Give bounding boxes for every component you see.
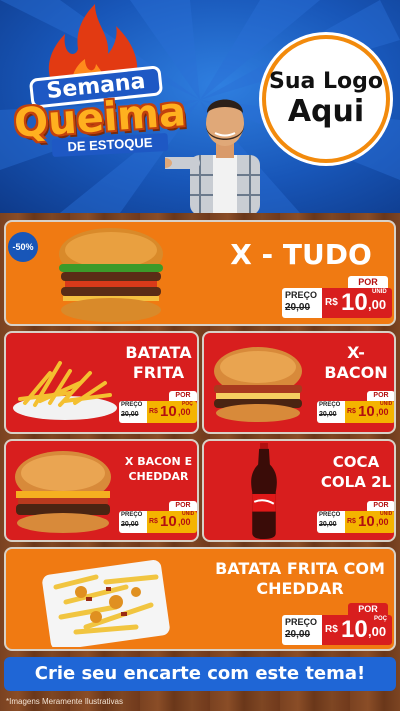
price-unit: POÇ (374, 616, 388, 622)
price-integer: 10 (160, 403, 177, 420)
product-card-coca-cola: COCA COLA 2L POR PREÇO 20,00 R$ 10 ,00 U… (202, 439, 396, 542)
price-tag-batata-cheddar: POR PREÇO 20,00 R$ 10 ,00 POÇ (282, 603, 394, 649)
price-unit: UNID (380, 401, 393, 407)
price-integer: 10 (341, 289, 368, 316)
product-name-batata-cheddar-line2: CHEDDAR (256, 579, 344, 598)
preco-label: PREÇO (319, 512, 341, 518)
soda-bottle-image (251, 443, 277, 540)
price-cents: ,00 (368, 624, 387, 639)
price-integer: 10 (358, 513, 375, 530)
old-price: 20,00 (121, 521, 139, 528)
currency-symbol: R$ (325, 297, 338, 308)
product-card-batata-cheddar: BATATA FRITA COM CHEDDAR POR PREÇO 20,00… (4, 547, 396, 651)
price-unit: UNID (372, 289, 387, 295)
product-name-coca-cola-line1: COCA (332, 453, 380, 471)
currency-symbol: R$ (149, 518, 158, 525)
price-tag-x-tudo: POR PREÇO 20,00 R$ 10 ,00 UNID (282, 276, 394, 322)
price-integer: 10 (358, 403, 375, 420)
preco-label: PREÇO (319, 402, 341, 408)
product-name-x-bacon-cheddar-line2: CHEDDAR (128, 470, 189, 483)
currency-symbol: R$ (347, 518, 356, 525)
preco-label: PREÇO (121, 512, 143, 518)
preco-label: PREÇO (285, 617, 318, 627)
price-cents: ,00 (368, 297, 387, 312)
price-por-label: POR (348, 603, 388, 615)
price-unit: UNID (182, 511, 195, 517)
old-price: 20,00 (319, 411, 337, 418)
price-old-box: PREÇO 20,00 (317, 401, 345, 423)
price-cents: ,00 (178, 407, 191, 417)
product-card-x-bacon-cheddar: X BACON E CHEDDAR POR PREÇO 20,00 R$ 10 … (4, 439, 199, 542)
disclaimer-text: *Imagens Meramente Ilustrativas (6, 697, 123, 706)
price-por-label: POR (367, 391, 394, 401)
price-old-box: PREÇO 20,00 (119, 511, 147, 533)
price-unit: UNID (380, 511, 393, 517)
discount-badge: -50% (8, 232, 38, 262)
old-price: 20,00 (319, 521, 337, 528)
man-pointing-image (165, 99, 260, 213)
price-cents: ,00 (376, 407, 389, 417)
price-integer: 10 (341, 616, 368, 643)
price-current-box: R$ 10 ,00 UNID (147, 511, 197, 533)
logo-text-line2: Aqui (287, 94, 365, 129)
price-por-label: POR (367, 501, 394, 511)
product-name-x-bacon-line1: X- (347, 343, 365, 362)
product-name-batata-cheddar-line1: BATATA FRITA COM (215, 559, 385, 578)
preco-label: PREÇO (285, 290, 318, 300)
price-por-label: POR (348, 276, 388, 288)
price-current-box: R$ 10 ,00 UNID (322, 288, 392, 318)
price-cents: ,00 (178, 517, 191, 527)
price-old-box: PREÇO 20,00 (282, 288, 322, 318)
cheddar-burger-image (15, 451, 111, 533)
fries-image (13, 361, 117, 420)
price-unit: POÇ (182, 401, 193, 407)
product-card-batata-frita: BATATA FRITA POR PREÇO 20,00 R$ 10 ,00 P… (4, 331, 199, 434)
product-name-batata-frita-line2: FRITA (132, 363, 185, 382)
product-name-x-bacon-cheddar-line1: X BACON E (124, 455, 193, 468)
logo-text-line1: Sua Logo (268, 69, 383, 94)
burger-image (59, 228, 163, 322)
price-cents: ,00 (376, 517, 389, 527)
logo-placeholder: Sua Logo Aqui (262, 35, 390, 163)
price-current-box: R$ 10 ,00 UNID (345, 511, 394, 533)
price-por-label: POR (169, 391, 197, 401)
cta-banner[interactable]: Crie seu encarte com este tema! (4, 657, 396, 691)
price-tag-x-bacon: POR PREÇO 20,00 R$ 10 ,00 UNID (317, 391, 394, 425)
price-current-box: R$ 10 ,00 UNID (345, 401, 394, 423)
preco-label: PREÇO (121, 402, 143, 408)
price-old-box: PREÇO 20,00 (119, 401, 147, 423)
header-banner: Semana Queima DE ESTOQUE Sua Logo Aqui (0, 0, 400, 213)
product-name-coca-cola-line2: COLA 2L (320, 473, 392, 491)
product-name-batata-frita-line1: BATATA (125, 343, 192, 362)
price-por-label: POR (169, 501, 197, 511)
product-card-x-tudo: X - TUDO POR PREÇO 20,00 R$ 10 ,00 UNID (4, 220, 396, 326)
price-tag-batata-frita: POR PREÇO 20,00 R$ 10 ,00 POÇ (119, 391, 197, 425)
bacon-burger-image (214, 347, 302, 422)
price-tag-x-bacon-cheddar: POR PREÇO 20,00 R$ 10 ,00 UNID (119, 501, 197, 535)
old-price: 20,00 (285, 302, 311, 313)
product-name-x-tudo: X - TUDO (230, 238, 372, 271)
old-price: 20,00 (285, 629, 311, 640)
currency-symbol: R$ (325, 624, 338, 635)
price-current-box: R$ 10 ,00 POÇ (147, 401, 197, 423)
price-old-box: PREÇO 20,00 (282, 615, 322, 645)
product-name-x-bacon-line2: BACON (324, 363, 388, 382)
old-price: 20,00 (121, 411, 139, 418)
cheddar-fries-image (42, 560, 170, 647)
currency-symbol: R$ (149, 408, 158, 415)
price-current-box: R$ 10 ,00 POÇ (322, 615, 392, 645)
price-old-box: PREÇO 20,00 (317, 511, 345, 533)
price-tag-coca-cola: POR PREÇO 20,00 R$ 10 ,00 UNID (317, 501, 394, 535)
product-card-x-bacon: X- BACON POR PREÇO 20,00 R$ 10 ,00 UNID (202, 331, 396, 434)
currency-symbol: R$ (347, 408, 356, 415)
price-integer: 10 (160, 513, 177, 530)
